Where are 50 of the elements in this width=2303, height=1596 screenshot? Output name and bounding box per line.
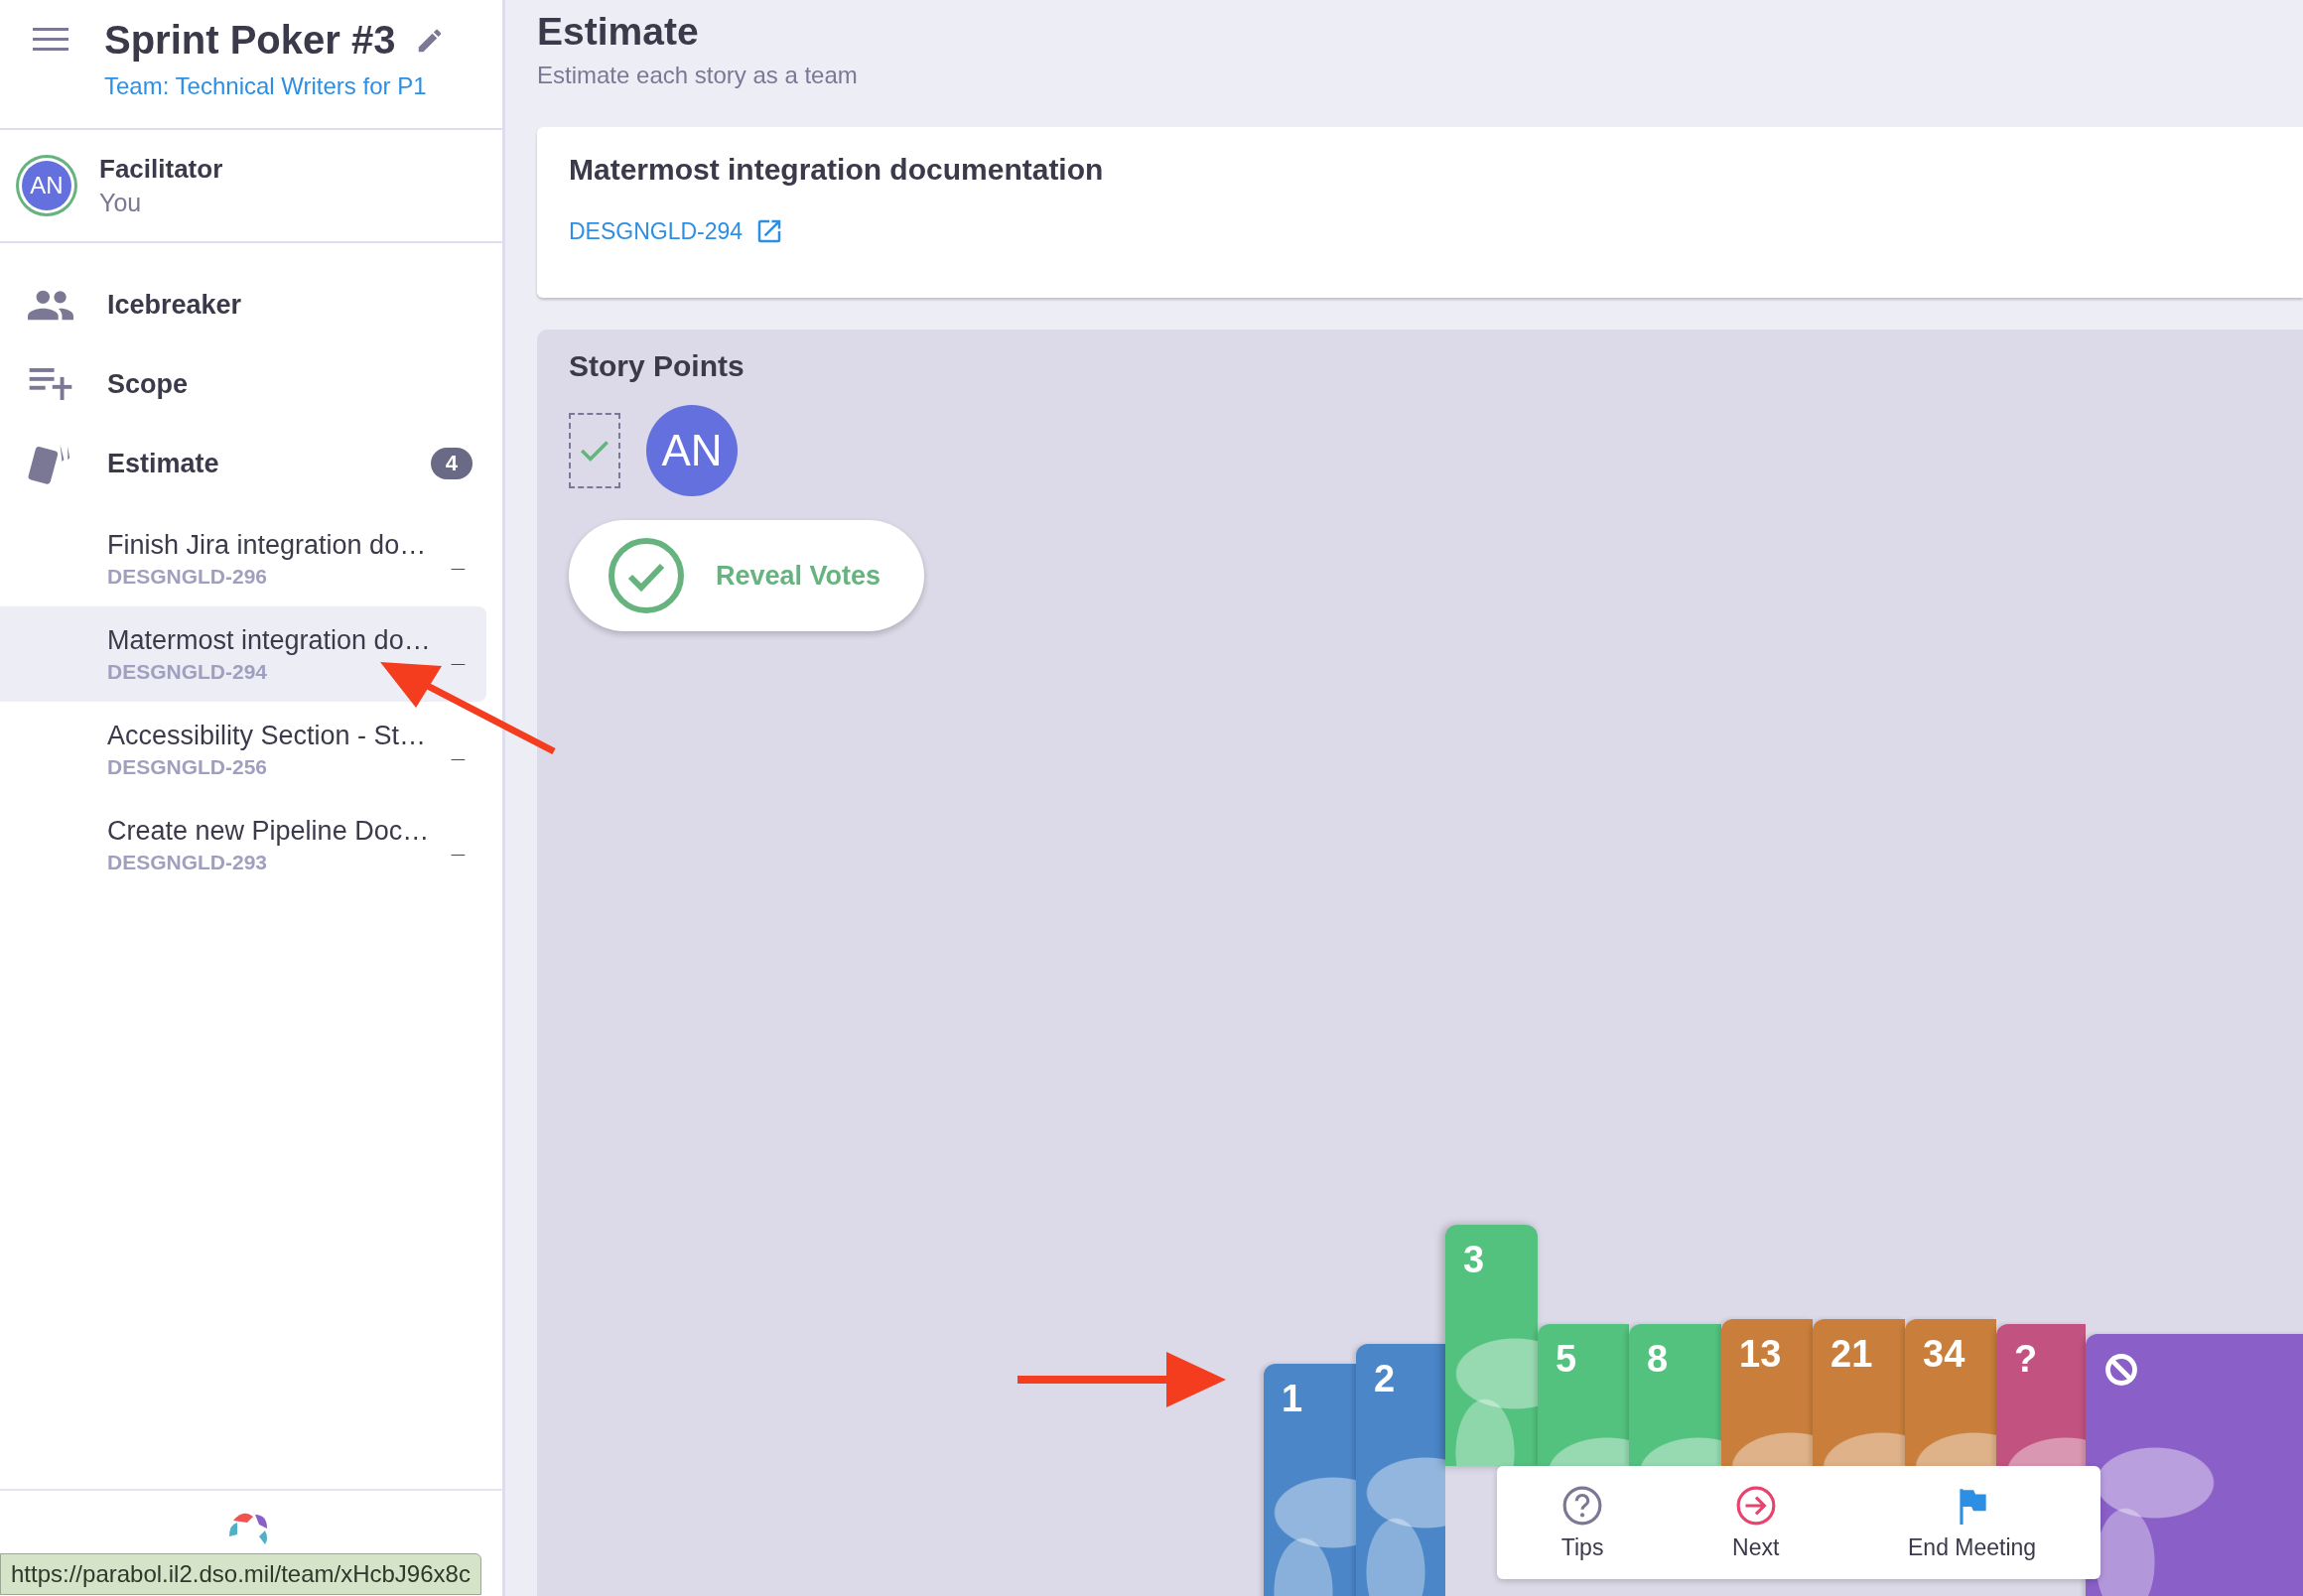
story-heading: Matermost integration documentation bbox=[569, 153, 1105, 187]
toolbar-button[interactable]: Next bbox=[1722, 1478, 1790, 1567]
story-item[interactable]: Matermost integration do… DESGNGLD-294 _ bbox=[0, 606, 486, 702]
story-title: Finish Jira integration do… bbox=[107, 529, 428, 561]
voter-avatar: AN bbox=[646, 405, 738, 496]
nav-label[interactable]: Scope bbox=[107, 368, 473, 400]
nav-label[interactable]: Icebreaker bbox=[107, 289, 473, 321]
story-key: DESGNGLD-293 bbox=[107, 850, 452, 874]
story-key: DESGNGLD-296 bbox=[107, 564, 452, 589]
estimate-value: _ bbox=[451, 735, 465, 763]
poker-card[interactable]: ? bbox=[1996, 1324, 2086, 1466]
poker-card[interactable]: 34 bbox=[1905, 1319, 1996, 1466]
ban-icon bbox=[2103, 1352, 2139, 1388]
poker-card[interactable]: 21 bbox=[1813, 1319, 1905, 1466]
story-key: DESGNGLD-294 bbox=[107, 659, 452, 684]
reveal-votes-button[interactable]: Reveal Votes bbox=[569, 520, 924, 631]
issue-link[interactable]: DESGNGLD-294 bbox=[569, 217, 744, 245]
help-icon bbox=[1561, 1484, 1604, 1527]
toolbar-button[interactable]: End Meeting bbox=[1898, 1478, 2047, 1567]
story-title: Accessibility Section - St… bbox=[107, 720, 428, 751]
page-title: Estimate bbox=[537, 10, 700, 54]
panel-title: Story Points bbox=[569, 349, 745, 383]
facilitator-role: Facilitator bbox=[99, 154, 223, 185]
poker-card[interactable]: 13 bbox=[1721, 1319, 1813, 1466]
toolbar-button[interactable]: Tips bbox=[1551, 1478, 1614, 1567]
menu-icon[interactable] bbox=[33, 28, 68, 52]
people-icon bbox=[28, 289, 73, 321]
story-item[interactable]: Finish Jira integration do… DESGNGLD-296 _ bbox=[0, 511, 486, 606]
status-url-tooltip: https://parabol.il2.dso.mil/team/xHcbJ96x8c bbox=[0, 1553, 481, 1595]
story-key: DESGNGLD-256 bbox=[107, 754, 452, 779]
nav-label[interactable]: Estimate bbox=[107, 448, 431, 479]
count-badge: 4 bbox=[430, 448, 473, 479]
poker-card[interactable]: 2 bbox=[1356, 1344, 1445, 1596]
estimate-value: _ bbox=[451, 640, 465, 668]
story-item[interactable]: Accessibility Section - St… DESGNGLD-256 _ bbox=[0, 702, 486, 797]
poker-card[interactable]: 3 bbox=[1445, 1225, 1538, 1466]
story-title: Matermost integration do… bbox=[107, 624, 432, 656]
poker-card[interactable]: 1 bbox=[1264, 1364, 1356, 1596]
poker-card[interactable]: 8 bbox=[1629, 1324, 1721, 1466]
facilitator-name: You bbox=[99, 189, 143, 217]
estimate-value: _ bbox=[451, 831, 465, 859]
page-subtitle: Estimate each story as a team bbox=[537, 62, 859, 89]
meeting-title: Sprint Poker #3 bbox=[104, 18, 396, 63]
arrow-circle-icon bbox=[1734, 1484, 1777, 1527]
add-list-icon bbox=[28, 368, 73, 400]
story-title: Create new Pipeline Doc… bbox=[107, 815, 431, 847]
poker-card[interactable]: 5 bbox=[1538, 1324, 1629, 1466]
team-link[interactable]: Team: Technical Writers for P1 bbox=[104, 72, 446, 100]
estimate-value: _ bbox=[451, 545, 465, 573]
check-circle-icon bbox=[607, 536, 686, 615]
